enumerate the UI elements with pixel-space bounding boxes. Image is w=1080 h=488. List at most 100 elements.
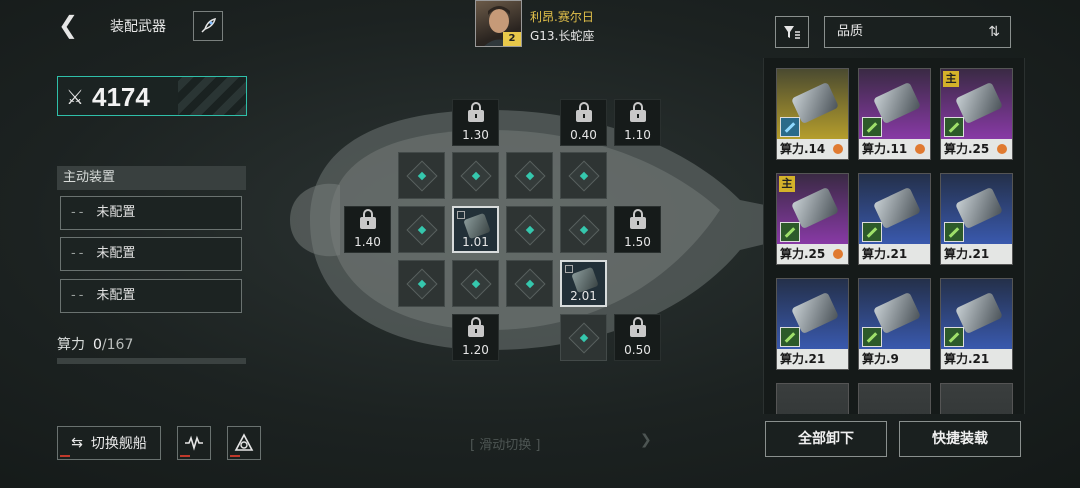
grid-slot[interactable] bbox=[560, 152, 607, 199]
calc-label: 算力 bbox=[57, 337, 85, 353]
weapon-card[interactable]: 算力.9 bbox=[858, 278, 931, 370]
grid-slot[interactable] bbox=[506, 206, 553, 253]
grid-slot[interactable] bbox=[398, 152, 445, 199]
sort-select[interactable]: 品质 ⇅ bbox=[824, 16, 1011, 48]
lock-icon bbox=[629, 209, 646, 229]
lock-icon bbox=[629, 317, 646, 337]
locked-slot[interactable]: 0.50 bbox=[614, 314, 661, 361]
calc-power-readout: 算力 0/167 bbox=[57, 334, 133, 354]
calc-value: 0 bbox=[93, 337, 102, 353]
pilot-level-badge: 2 bbox=[503, 32, 521, 46]
weapon-card[interactable]: 算力.21 bbox=[776, 278, 849, 370]
rocket-icon bbox=[201, 17, 217, 33]
pilot-avatar[interactable]: 2 bbox=[475, 0, 522, 47]
active-devices-heading: 主动装置 bbox=[57, 166, 246, 190]
card-power-label: 算力.9 bbox=[859, 349, 930, 369]
slot-multiplier: 0.40 bbox=[570, 128, 597, 142]
weapon-card-partial[interactable] bbox=[940, 383, 1013, 414]
locked-slot[interactable]: 1.10 bbox=[614, 99, 661, 146]
weapon-type-icon bbox=[944, 327, 964, 347]
weapon-list[interactable]: 算力.14 算力.11 主算力.25 主算力.25 算力.21 算力.21 算力.21 算力.… bbox=[763, 58, 1025, 414]
active-slot-2[interactable]: -- 未配置 bbox=[60, 237, 242, 271]
calc-progress-bar bbox=[57, 358, 246, 364]
weapon-type-icon bbox=[944, 222, 964, 242]
slot-multiplier: 1.50 bbox=[624, 235, 651, 249]
sort-label: 品质 bbox=[837, 24, 864, 39]
gear-icon bbox=[995, 142, 1009, 156]
grid-slot[interactable] bbox=[398, 206, 445, 253]
weapon-card[interactable]: 主算力.25 bbox=[940, 68, 1013, 160]
weapon-card[interactable]: 算力.11 bbox=[858, 68, 931, 160]
gear-icon bbox=[913, 142, 927, 156]
weapon-card[interactable]: 主算力.25 bbox=[776, 173, 849, 265]
lock-icon bbox=[467, 317, 484, 337]
slot-dash: -- bbox=[71, 288, 87, 303]
slot-label: 未配置 bbox=[96, 205, 136, 220]
main-weapon-tag: 主 bbox=[943, 71, 959, 87]
swap-arrows-icon: ⇆ bbox=[71, 435, 83, 451]
weapon-type-icon bbox=[862, 117, 882, 137]
card-power-label: 算力.21 bbox=[777, 349, 848, 369]
combat-power-box: ⚔ 4174 bbox=[57, 76, 247, 116]
slot-multiplier: 1.20 bbox=[462, 343, 489, 357]
lock-icon bbox=[575, 102, 592, 122]
crossed-swords-icon: ⚔ bbox=[66, 85, 84, 109]
locked-slot[interactable]: 1.20 bbox=[452, 314, 499, 361]
weapon-type-icon bbox=[862, 327, 882, 347]
switch-ship-label: 切换舰船 bbox=[90, 436, 147, 452]
combat-power-value: 4174 bbox=[92, 82, 150, 112]
gear-icon bbox=[831, 247, 845, 261]
unload-all-button[interactable]: 全部卸下 bbox=[765, 421, 887, 457]
ship-name: G13.长蛇座 bbox=[530, 29, 595, 43]
lock-icon bbox=[359, 209, 376, 229]
grid-slot[interactable] bbox=[506, 260, 553, 307]
switch-ship-button[interactable]: ⇆ 切换舰船 bbox=[57, 426, 161, 460]
lock-icon bbox=[467, 102, 484, 122]
slot-multiplier: 2.01 bbox=[570, 289, 597, 303]
equipped-slot[interactable]: 2.01 bbox=[560, 260, 607, 307]
emblem-button[interactable] bbox=[227, 426, 261, 460]
card-power-label: 算力.21 bbox=[941, 349, 1012, 369]
weapon-card[interactable]: 算力.21 bbox=[940, 173, 1013, 265]
chevron-right-icon[interactable]: ❯ bbox=[640, 432, 652, 448]
weapon-type-icon bbox=[862, 222, 882, 242]
waveform-icon bbox=[185, 435, 203, 451]
slot-label: 未配置 bbox=[96, 246, 136, 261]
weapon-type-icon bbox=[780, 117, 800, 137]
active-slot-3[interactable]: -- 未配置 bbox=[60, 279, 242, 313]
grid-slot[interactable] bbox=[452, 260, 499, 307]
weapon-type-icon bbox=[944, 117, 964, 137]
pilot-name: 利昂.赛尔日 bbox=[530, 10, 594, 24]
card-power-label: 算力.21 bbox=[941, 244, 1012, 264]
slot-multiplier: 1.40 bbox=[354, 235, 381, 249]
grid-slot[interactable] bbox=[506, 152, 553, 199]
weapon-card[interactable]: 算力.21 bbox=[940, 278, 1013, 370]
slot-dash: -- bbox=[71, 205, 87, 220]
weapon-card-partial[interactable] bbox=[858, 383, 931, 414]
lock-icon bbox=[629, 102, 646, 122]
locked-slot[interactable]: 1.50 bbox=[614, 206, 661, 253]
locked-slot[interactable]: 0.40 bbox=[560, 99, 607, 146]
grid-slot[interactable] bbox=[452, 152, 499, 199]
slot-multiplier: 0.50 bbox=[624, 343, 651, 357]
quick-load-button[interactable]: 快捷装载 bbox=[899, 421, 1021, 457]
chevron-left-icon[interactable]: ❮ bbox=[58, 12, 80, 38]
weapon-card-partial[interactable] bbox=[776, 383, 849, 414]
slot-label: 未配置 bbox=[96, 288, 136, 303]
rocket-button[interactable] bbox=[193, 11, 223, 41]
slot-dash: -- bbox=[71, 246, 87, 261]
active-slot-1[interactable]: -- 未配置 bbox=[60, 196, 242, 230]
weapon-type-icon bbox=[780, 327, 800, 347]
weapon-card[interactable]: 算力.14 bbox=[776, 68, 849, 160]
slot-multiplier: 1.30 bbox=[462, 128, 489, 142]
grid-slot[interactable] bbox=[560, 314, 607, 361]
locked-slot[interactable]: 1.30 bbox=[452, 99, 499, 146]
weapon-card[interactable]: 算力.21 bbox=[858, 173, 931, 265]
equipped-slot[interactable]: 1.01 bbox=[452, 206, 499, 253]
filter-icon bbox=[784, 26, 800, 39]
wave-button[interactable] bbox=[177, 426, 211, 460]
grid-slot[interactable] bbox=[398, 260, 445, 307]
grid-slot[interactable] bbox=[560, 206, 607, 253]
locked-slot[interactable]: 1.40 bbox=[344, 206, 391, 253]
filter-button[interactable] bbox=[775, 16, 809, 48]
